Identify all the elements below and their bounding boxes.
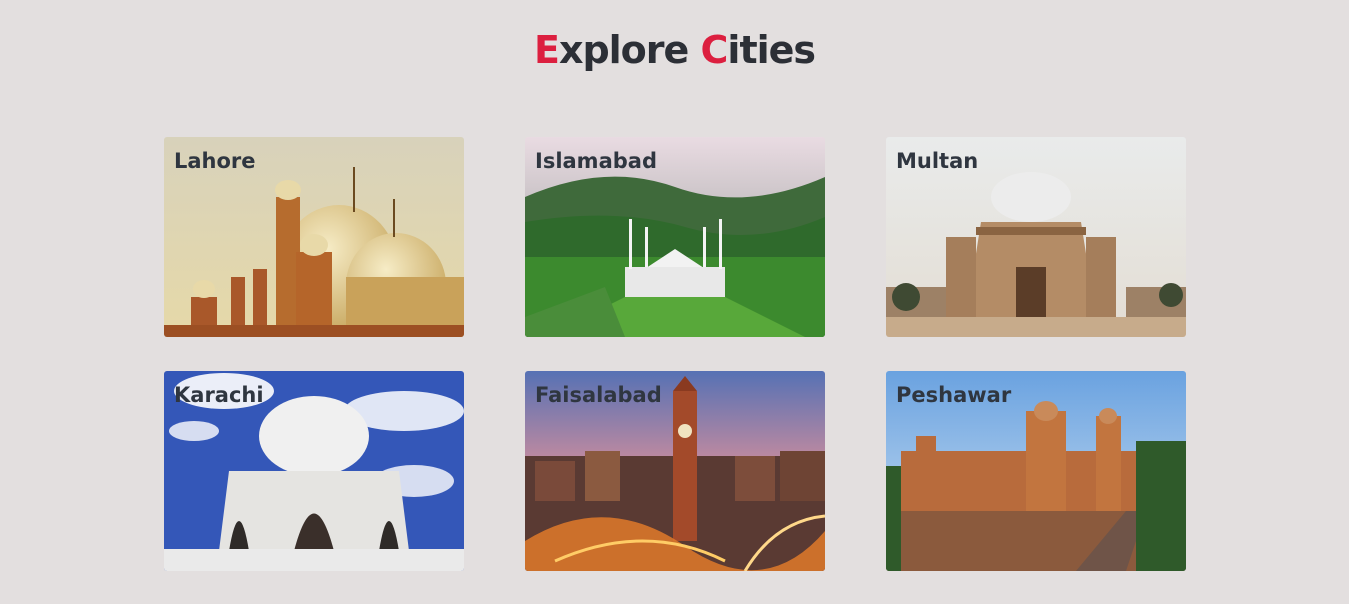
city-card-karachi[interactable]: Karachi xyxy=(164,371,464,571)
city-grid: Lahore Islamabad Multan Karachi Faisalab… xyxy=(164,137,1186,571)
city-label-multan: Multan xyxy=(896,149,979,173)
city-label-islamabad: Islamabad xyxy=(535,149,657,173)
city-label-peshawar: Peshawar xyxy=(896,383,1012,407)
city-label-karachi: Karachi xyxy=(174,383,264,407)
title-accent-c: C xyxy=(700,28,729,72)
title-text-explore: xplore xyxy=(558,28,701,72)
page: Explore Cities Lahore Islamabad Multan K… xyxy=(0,0,1349,604)
title-text-cities: ities xyxy=(727,28,816,72)
title-accent-e: E xyxy=(533,28,560,72)
city-card-faisalabad[interactable]: Faisalabad xyxy=(525,371,825,571)
city-card-lahore[interactable]: Lahore xyxy=(164,137,464,337)
city-label-lahore: Lahore xyxy=(174,149,256,173)
city-card-multan[interactable]: Multan xyxy=(886,137,1186,337)
page-title: Explore Cities xyxy=(0,28,1349,72)
city-card-peshawar[interactable]: Peshawar xyxy=(886,371,1186,571)
city-label-faisalabad: Faisalabad xyxy=(535,383,662,407)
city-card-islamabad[interactable]: Islamabad xyxy=(525,137,825,337)
